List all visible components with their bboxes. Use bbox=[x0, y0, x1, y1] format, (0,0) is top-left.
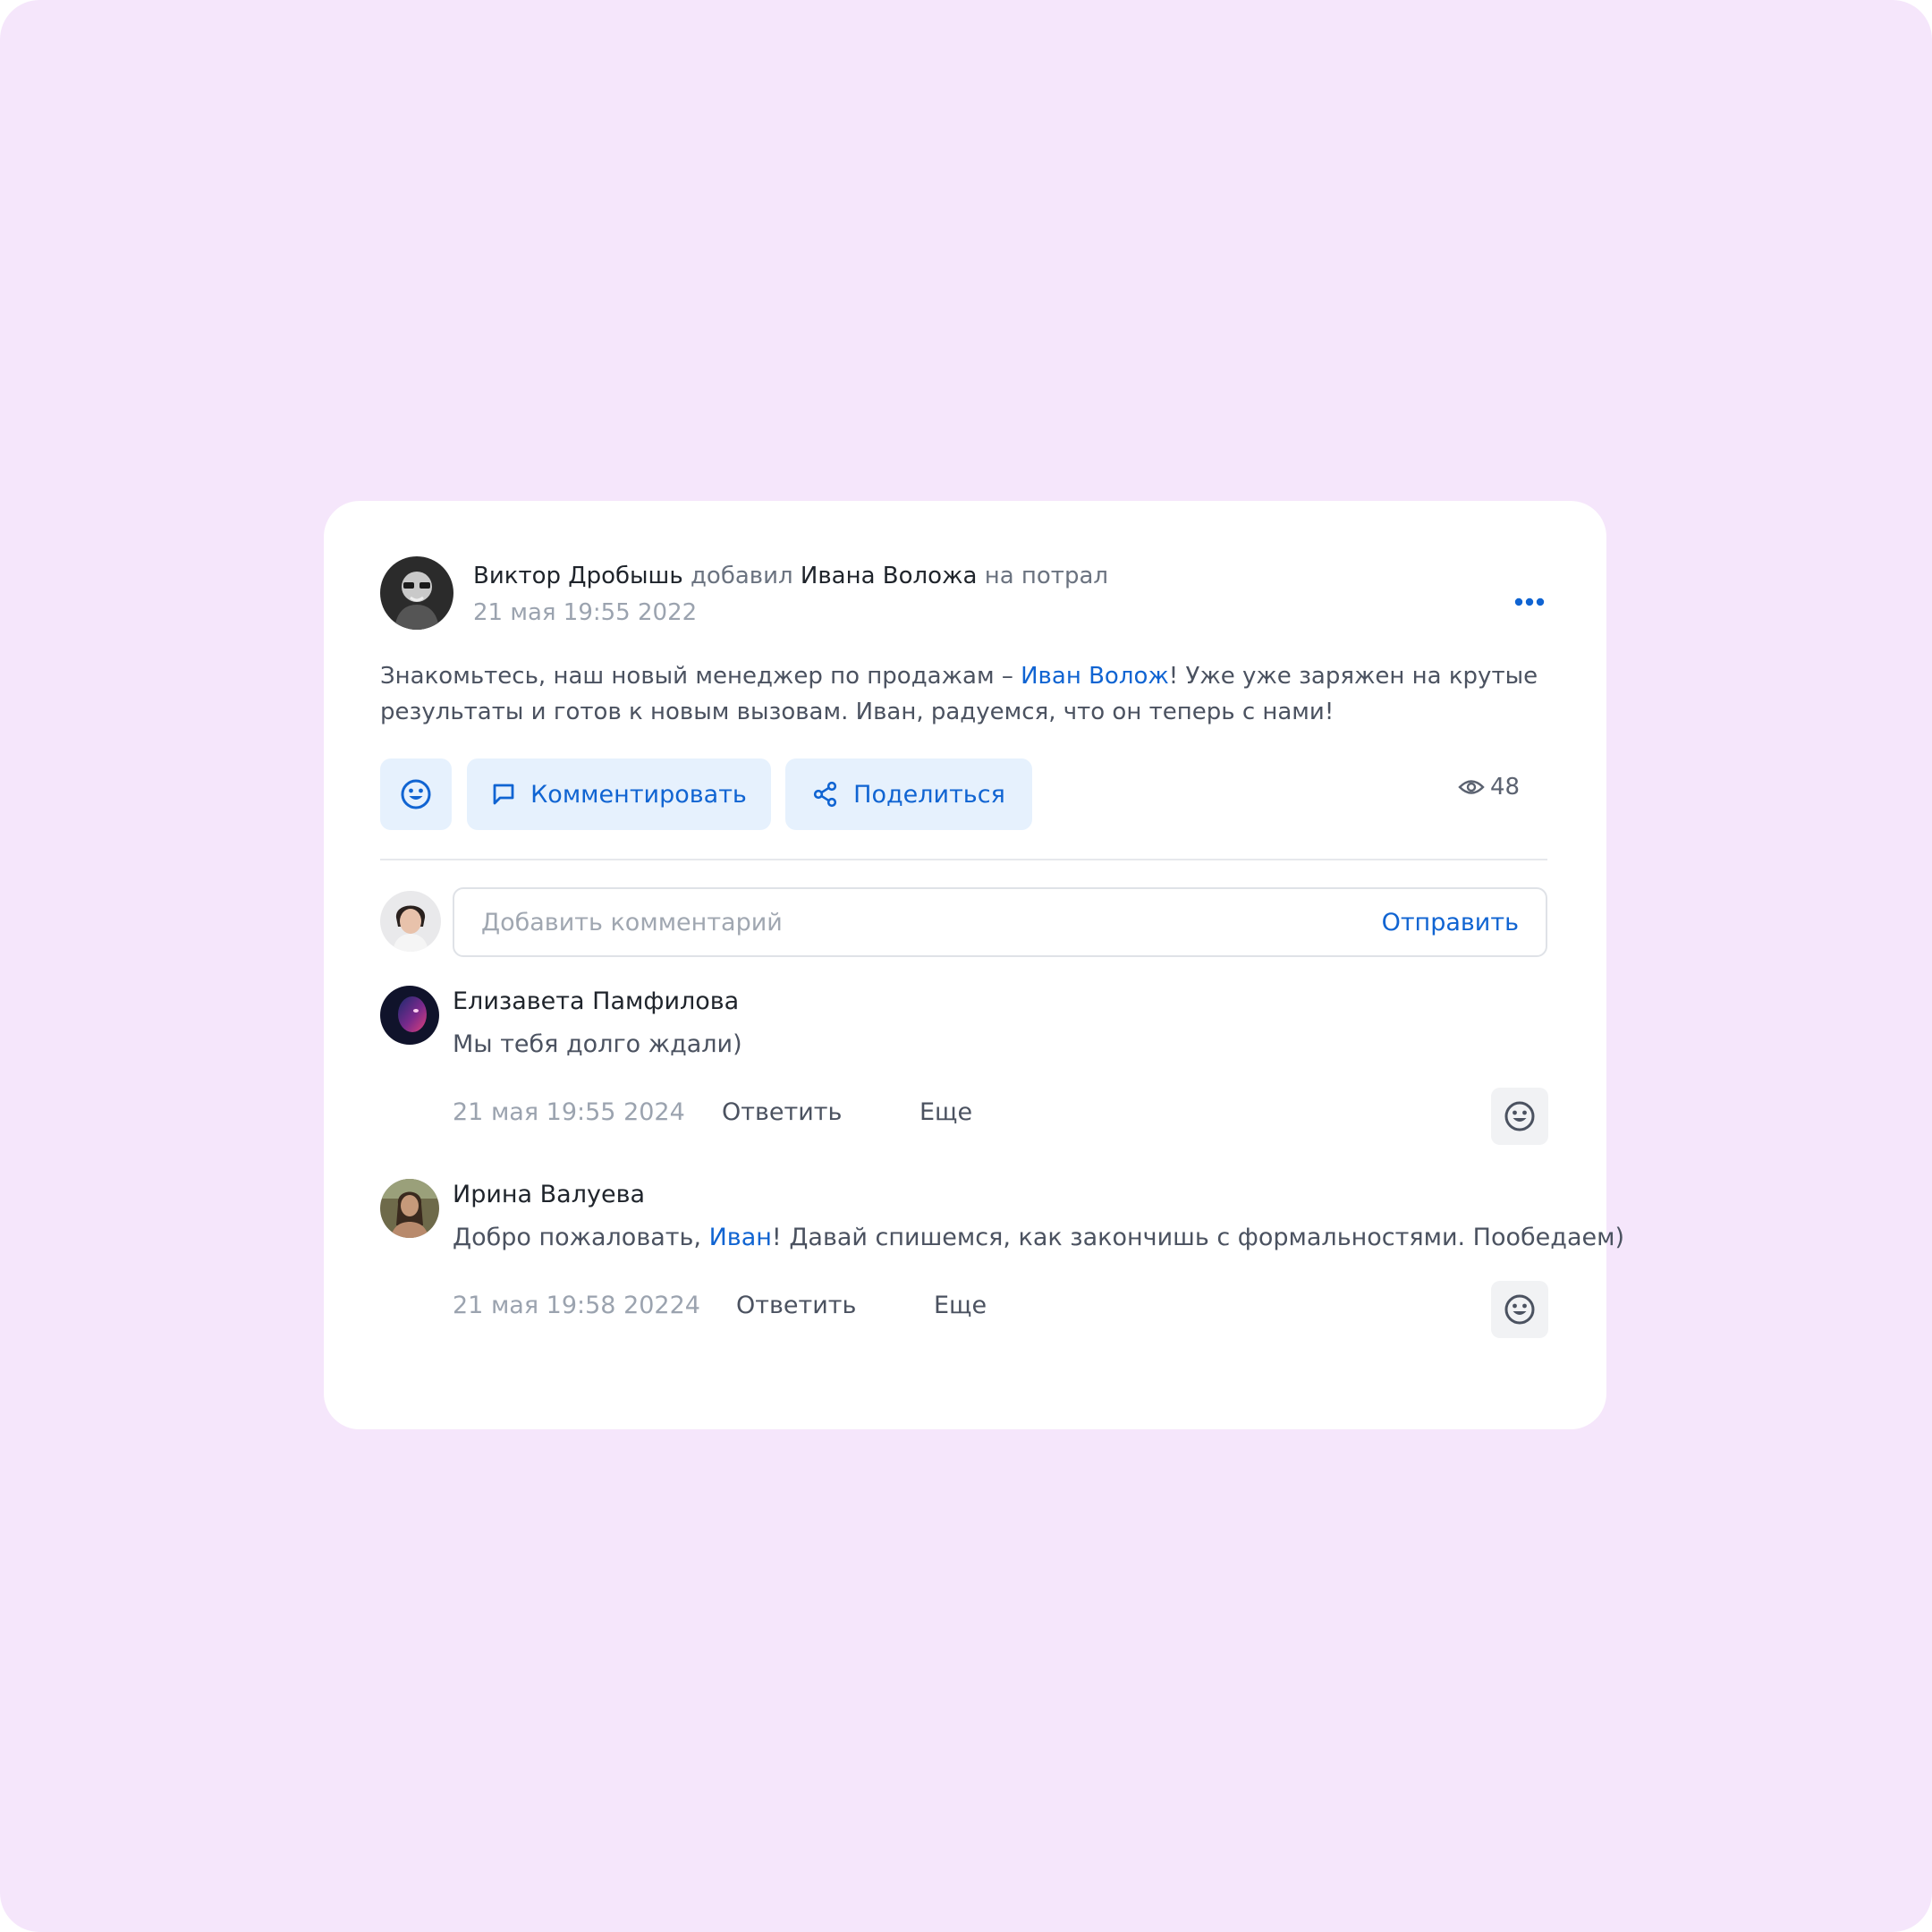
message-square-icon bbox=[493, 784, 514, 805]
comment-react-button[interactable] bbox=[1491, 1088, 1548, 1145]
target-user-name[interactable]: Ивана Воложа bbox=[801, 563, 978, 589]
comment-react-button[interactable] bbox=[1491, 1281, 1548, 1338]
comment-text-start: Добро пожаловать, bbox=[453, 1224, 709, 1251]
comment-author[interactable]: Елизавета Памфилова bbox=[453, 986, 739, 1018]
comment-text: Мы тебя долго ждали) bbox=[453, 1030, 742, 1058]
comment-button[interactable]: Комментировать bbox=[467, 758, 771, 830]
comment-avatar[interactable] bbox=[380, 1179, 439, 1238]
post-text-start: Знакомьтесь, наш новый менеджер по прода… bbox=[380, 663, 1021, 690]
comment-button-label: Комментировать bbox=[530, 780, 747, 809]
post-card: Виктор Дробышь добавил Ивана Воложа на п… bbox=[324, 501, 1624, 1429]
comment-author[interactable]: Ирина Валуева bbox=[453, 1179, 645, 1211]
smile-icon bbox=[1504, 1294, 1535, 1325]
author-avatar[interactable] bbox=[380, 556, 453, 630]
reply-button[interactable]: Ответить bbox=[736, 1290, 856, 1322]
post-headline: Виктор Дробышь добавил Ивана Воложа на п… bbox=[473, 561, 1108, 591]
views-count: 48 bbox=[1490, 774, 1521, 801]
divider bbox=[380, 859, 1547, 860]
comment-input-placeholder: Добавить комментарий bbox=[481, 908, 783, 936]
smile-icon bbox=[1504, 1101, 1535, 1131]
more-horizontal-icon bbox=[1514, 597, 1545, 606]
comment-meta: 21 мая 19:55 2024 Ответить Еще bbox=[453, 1097, 1436, 1129]
share-button-label: Поделиться bbox=[853, 780, 1005, 809]
send-button[interactable]: Отправить bbox=[1382, 909, 1519, 936]
post-suffix: на потрал bbox=[984, 563, 1109, 589]
current-user-avatar bbox=[380, 891, 441, 952]
post-body: Знакомьтесь, наш новый менеджер по прода… bbox=[380, 658, 1561, 730]
mention-link[interactable]: Иван Волож bbox=[1021, 663, 1169, 690]
eye-icon bbox=[1458, 780, 1485, 794]
comment-date: 21 мая 19:55 2024 bbox=[453, 1098, 685, 1126]
author-name[interactable]: Виктор Дробышь bbox=[473, 563, 683, 589]
comment-avatar[interactable] bbox=[380, 986, 439, 1045]
share-icon bbox=[814, 781, 837, 808]
comment-more-button[interactable]: Еще bbox=[934, 1290, 987, 1322]
post-date: 21 мая 19:55 2022 bbox=[473, 599, 698, 626]
post-action: добавил bbox=[690, 563, 793, 589]
views-counter: 48 bbox=[1458, 771, 1520, 803]
comment-date: 21 мая 19:58 20224 bbox=[453, 1292, 700, 1319]
comment-input[interactable]: Добавить комментарий Отправить bbox=[453, 887, 1547, 957]
comment-more-button[interactable]: Еще bbox=[919, 1097, 972, 1129]
react-button[interactable] bbox=[380, 758, 452, 830]
comment-meta: 21 мая 19:58 20224 Ответить Еще bbox=[453, 1290, 1436, 1322]
comment-text-end: ! Давай спишемся, как закончишь с формал… bbox=[771, 1224, 1625, 1251]
more-options-button[interactable] bbox=[1504, 589, 1555, 615]
mention-link[interactable]: Иван bbox=[709, 1224, 772, 1251]
reply-button[interactable]: Ответить bbox=[722, 1097, 842, 1129]
comment-text: Добро пожаловать, Иван! Давай спишемся, … bbox=[453, 1222, 1624, 1254]
smile-icon bbox=[401, 779, 431, 809]
share-button[interactable]: Поделиться bbox=[785, 758, 1032, 830]
